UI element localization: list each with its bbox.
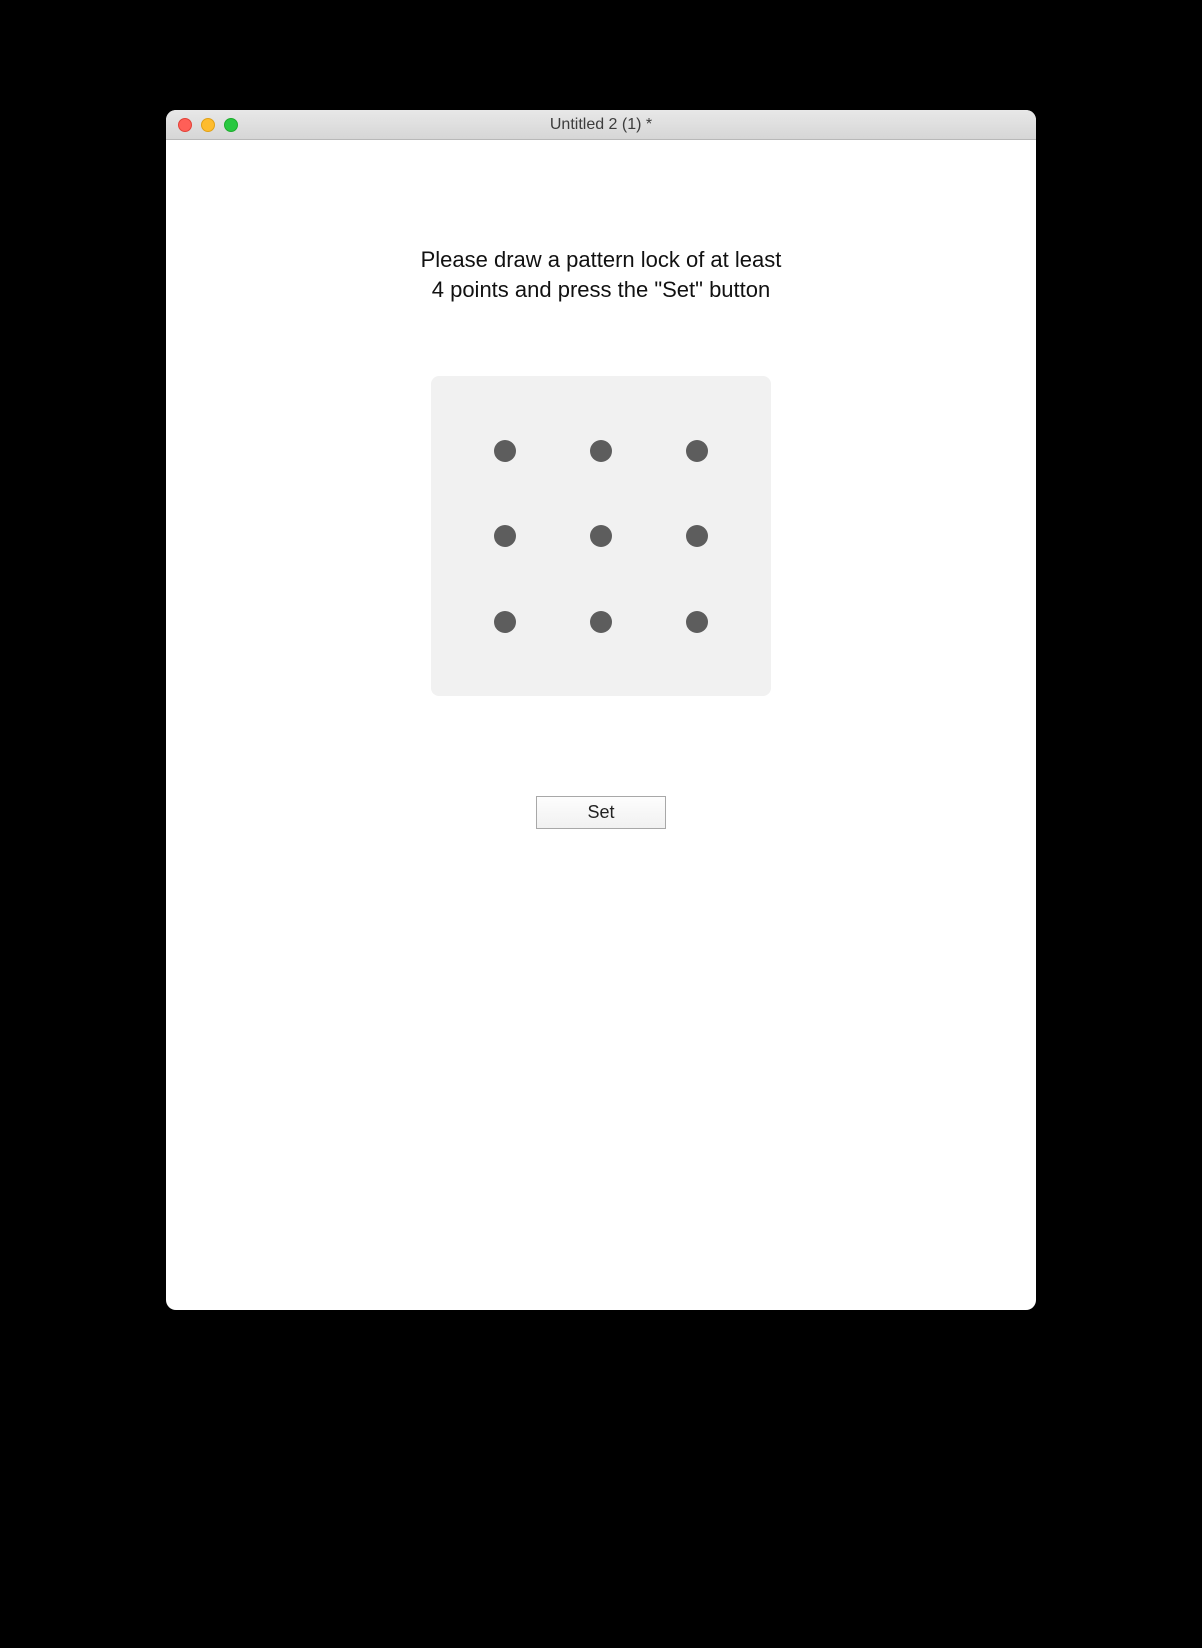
pattern-dot-9[interactable]	[686, 611, 708, 633]
pattern-dot-7[interactable]	[494, 611, 516, 633]
window-title: Untitled 2 (1) *	[166, 116, 1036, 134]
content-area: Please draw a pattern lock of at least 4…	[166, 140, 1036, 1310]
pattern-dot-2[interactable]	[590, 440, 612, 462]
pattern-dot-4[interactable]	[494, 525, 516, 547]
maximize-icon[interactable]	[224, 118, 238, 132]
pattern-dot-3[interactable]	[686, 440, 708, 462]
button-row: Set	[536, 796, 666, 829]
instruction-text: Please draw a pattern lock of at least 4…	[421, 245, 782, 304]
traffic-lights	[166, 118, 238, 132]
pattern-dot-8[interactable]	[590, 611, 612, 633]
pattern-dot-6[interactable]	[686, 525, 708, 547]
pattern-dot-1[interactable]	[494, 440, 516, 462]
app-window: Untitled 2 (1) * Please draw a pattern l…	[166, 110, 1036, 1310]
instruction-line-1: Please draw a pattern lock of at least	[421, 247, 782, 272]
titlebar[interactable]: Untitled 2 (1) *	[166, 110, 1036, 140]
pattern-dot-5[interactable]	[590, 525, 612, 547]
minimize-icon[interactable]	[201, 118, 215, 132]
set-button[interactable]: Set	[536, 796, 666, 829]
instruction-line-2: 4 points and press the "Set" button	[432, 277, 771, 302]
pattern-lock-grid[interactable]	[431, 376, 771, 696]
close-icon[interactable]	[178, 118, 192, 132]
